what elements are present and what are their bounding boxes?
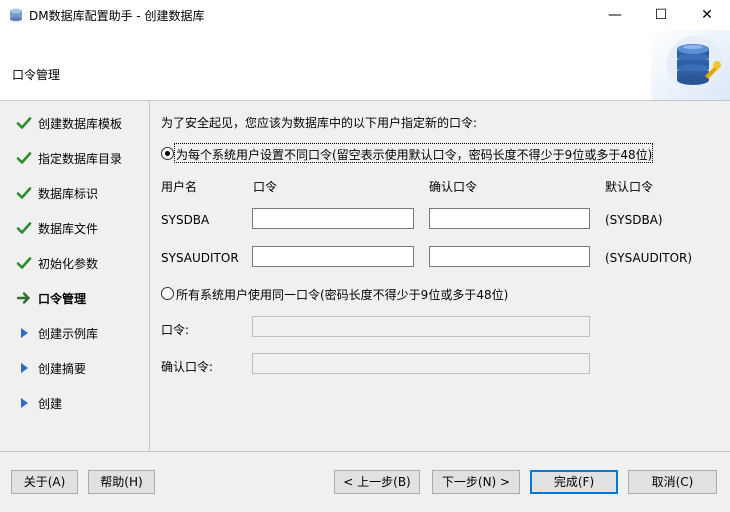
step-label: 数据库文件 bbox=[38, 222, 99, 236]
close-icon: ✕ bbox=[701, 7, 713, 23]
about-button[interactable]: 关于(A) bbox=[11, 470, 78, 494]
radio-individual-passwords[interactable] bbox=[161, 147, 174, 160]
same-password-label: 口令: bbox=[161, 323, 190, 337]
sysdba-default-password: (SYSDBA) bbox=[605, 213, 663, 227]
minimize-button[interactable]: — bbox=[592, 0, 638, 30]
database-gear-icon bbox=[651, 30, 730, 100]
step-label: 创建摘要 bbox=[38, 362, 87, 376]
step-label: 指定数据库目录 bbox=[38, 152, 123, 166]
sysauditor-confirm-input[interactable] bbox=[429, 246, 590, 267]
password-panel: 为了安全起见，您应该为数据库中的以下用户指定新的口令: 为每个系统用户设置不同口… bbox=[150, 101, 730, 451]
step-label: 创建示例库 bbox=[38, 327, 99, 341]
step-item-current: 口令管理 bbox=[0, 288, 148, 308]
sysauditor-password-input[interactable] bbox=[252, 246, 414, 267]
sysdba-confirm-input[interactable] bbox=[429, 208, 590, 229]
checkmark-icon bbox=[16, 222, 32, 234]
maximize-button[interactable]: ☐ bbox=[638, 0, 684, 30]
page-header: 口令管理 bbox=[0, 30, 730, 101]
step-label: 口令管理 bbox=[38, 292, 87, 306]
window-title: DM数据库配置助手 - 创建数据库 bbox=[29, 9, 205, 23]
sysdba-password-input[interactable] bbox=[252, 208, 414, 229]
step-item: 创建摘要 bbox=[0, 358, 148, 378]
triangle-right-icon bbox=[21, 398, 28, 408]
checkmark-icon bbox=[16, 152, 32, 164]
step-label: 创建数据库模板 bbox=[38, 117, 123, 131]
triangle-right-icon bbox=[21, 363, 28, 373]
step-item: 创建示例库 bbox=[0, 323, 148, 343]
sysauditor-default-password: (SYSAUDITOR) bbox=[605, 251, 693, 265]
same-confirm-label: 确认口令: bbox=[161, 360, 214, 374]
step-item: 数据库标识 bbox=[0, 183, 148, 203]
close-button[interactable]: ✕ bbox=[684, 0, 730, 30]
username-sysauditor: SYSAUDITOR bbox=[161, 251, 239, 265]
step-item: 创建数据库模板 bbox=[0, 113, 148, 133]
cancel-button[interactable]: 取消(C) bbox=[628, 470, 717, 494]
finish-button[interactable]: 完成(F) bbox=[530, 470, 618, 494]
arrow-right-icon bbox=[16, 292, 30, 304]
username-sysdba: SYSDBA bbox=[161, 213, 210, 227]
step-item: 指定数据库目录 bbox=[0, 148, 148, 168]
same-password-input[interactable] bbox=[252, 316, 590, 337]
step-item: 创建 bbox=[0, 393, 148, 413]
maximize-icon: ☐ bbox=[654, 7, 668, 23]
app-icon bbox=[10, 8, 22, 22]
prev-button[interactable]: < 上一步(B) bbox=[334, 470, 420, 494]
next-button[interactable]: 下一步(N) > bbox=[432, 470, 520, 494]
checkmark-icon bbox=[16, 117, 32, 129]
radio-individual-label[interactable]: 为每个系统用户设置不同口令(留空表示使用默认口令，密码长度不得少于9位或多于48… bbox=[176, 146, 652, 163]
checkmark-icon bbox=[16, 257, 32, 269]
step-item: 初始化参数 bbox=[0, 253, 148, 273]
column-header-username: 用户名 bbox=[161, 180, 198, 194]
page-title: 口令管理 bbox=[12, 68, 61, 82]
radio-same-password[interactable] bbox=[161, 287, 174, 300]
step-label: 初始化参数 bbox=[38, 257, 99, 271]
column-header-password: 口令 bbox=[253, 180, 278, 194]
step-label: 创建 bbox=[38, 397, 63, 411]
minimize-icon: — bbox=[608, 7, 622, 23]
triangle-right-icon bbox=[21, 328, 28, 338]
help-button[interactable]: 帮助(H) bbox=[88, 470, 155, 494]
step-item: 数据库文件 bbox=[0, 218, 148, 238]
column-header-confirm: 确认口令 bbox=[429, 180, 478, 194]
title-bar: DM数据库配置助手 - 创建数据库 — ☐ ✕ bbox=[0, 0, 730, 30]
step-label: 数据库标识 bbox=[38, 187, 99, 201]
intro-text: 为了安全起见，您应该为数据库中的以下用户指定新的口令: bbox=[161, 116, 478, 130]
radio-same-label[interactable]: 所有系统用户使用同一口令(密码长度不得少于9位或多于48位) bbox=[176, 286, 508, 303]
footer-divider bbox=[0, 451, 730, 452]
step-sidebar: 创建数据库模板 指定数据库目录 数据库标识 数据库文件 初始化参数 口令管理 创… bbox=[0, 101, 150, 451]
column-header-default: 默认口令 bbox=[605, 180, 654, 194]
checkmark-icon bbox=[16, 187, 32, 199]
same-confirm-input[interactable] bbox=[252, 353, 590, 374]
